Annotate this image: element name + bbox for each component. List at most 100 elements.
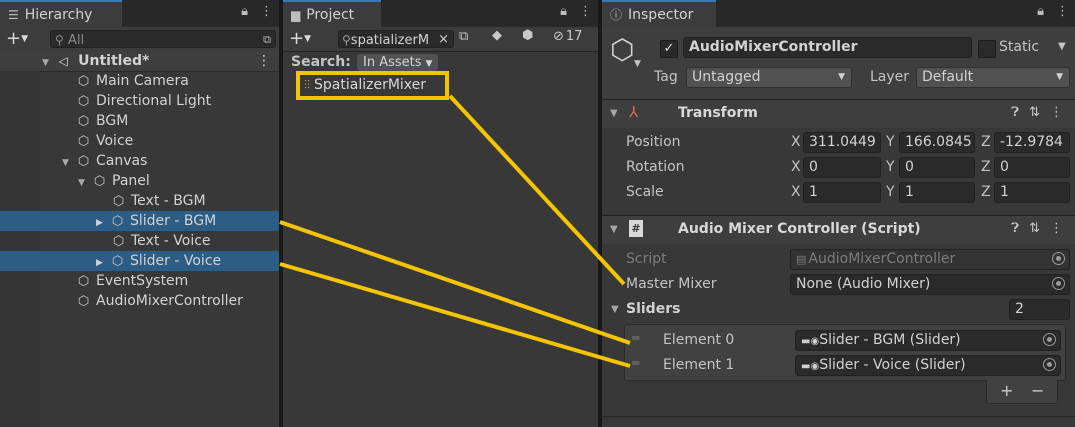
more-menu-icon[interactable]: ⋮ bbox=[1056, 4, 1069, 19]
sliders-foldout-arrow-icon[interactable]: ▼ bbox=[611, 304, 619, 315]
object-picker-icon[interactable] bbox=[1043, 358, 1056, 371]
component-menu-icon[interactable]: ⋮ bbox=[1050, 105, 1063, 120]
scale-y-field[interactable]: 1 bbox=[899, 182, 975, 203]
static-dropdown-icon[interactable]: ▼ bbox=[1058, 41, 1066, 52]
help-icon[interactable]: ❓︎ bbox=[1011, 221, 1019, 236]
drag-handle-icon[interactable]: ═ bbox=[632, 356, 639, 370]
lock-icon[interactable]: 🔒︎ bbox=[1037, 4, 1044, 19]
axis-z-label[interactable]: Z bbox=[981, 184, 991, 200]
scene-row[interactable]: ▼ ◁ Untitled* ⋮ bbox=[0, 51, 279, 72]
gameobject-cube-icon[interactable]: ⬡ bbox=[610, 35, 634, 65]
tab-hierarchy[interactable]: ☰ Hierarchy bbox=[0, 0, 122, 27]
scale-x-field[interactable]: 1 bbox=[803, 182, 881, 203]
create-button[interactable]: +▼ bbox=[289, 28, 311, 49]
expand-arrow-icon[interactable]: ▼ bbox=[42, 53, 54, 73]
filter-by-type-icon[interactable]: ◆ bbox=[492, 28, 502, 43]
asset-item-spatializermixer[interactable]: ⫶⫶ SpatializerMixer bbox=[296, 71, 449, 100]
tag-dropdown[interactable]: Untagged ▼ bbox=[686, 67, 852, 88]
hierarchy-item-text-voice[interactable]: ⬡ Text - Voice bbox=[0, 231, 279, 251]
hierarchy-item-bgm[interactable]: ⬡ BGM bbox=[0, 111, 279, 131]
axis-x-label[interactable]: X bbox=[791, 159, 801, 175]
element-0-field[interactable]: ▬◉Slider - BGM (Slider) bbox=[795, 330, 1061, 351]
object-picker-icon[interactable] bbox=[1043, 333, 1056, 346]
rotation-x-field[interactable]: 0 bbox=[803, 157, 881, 178]
transform-header[interactable]: ▼ ⅄ Transform ❓︎ ⇅ ⋮ bbox=[602, 99, 1075, 128]
hierarchy-item-text-bgm[interactable]: ⬡ Text - BGM bbox=[0, 191, 279, 211]
more-menu-icon[interactable]: ⋮ bbox=[260, 4, 273, 19]
hierarchy-item-audiomixercontroller[interactable]: ⬡ AudioMixerController bbox=[0, 291, 279, 311]
hierarchy-item-slider-bgm[interactable]: ▶ ⬡ Slider - BGM bbox=[0, 211, 279, 231]
scale-z-field[interactable]: 1 bbox=[994, 182, 1070, 203]
position-y-field[interactable]: 166.0845 bbox=[899, 132, 975, 153]
list-element-0[interactable]: ═ Element 0 ▬◉Slider - BGM (Slider) bbox=[625, 329, 1065, 353]
expand-arrow-icon[interactable]: ▼ bbox=[78, 173, 90, 193]
more-menu-icon[interactable]: ⋮ bbox=[579, 4, 592, 19]
hierarchy-item-eventsystem[interactable]: ⬡ EventSystem bbox=[0, 271, 279, 291]
search-options-icon[interactable]: ⧉ bbox=[459, 29, 468, 44]
expand-arrow-icon[interactable]: ▶ bbox=[96, 253, 108, 273]
axis-z-label[interactable]: Z bbox=[981, 159, 991, 175]
gameobject-name-field[interactable]: AudioMixerController bbox=[683, 37, 972, 58]
rotation-y-field[interactable]: 0 bbox=[899, 157, 975, 178]
lock-icon[interactable]: 🔒︎ bbox=[560, 4, 567, 19]
hidden-packages-icon[interactable]: ⊘ 17 bbox=[553, 29, 582, 44]
axis-y-label[interactable]: Y bbox=[886, 159, 895, 175]
scene-menu-icon[interactable]: ⋮ bbox=[257, 51, 271, 71]
preset-icon[interactable]: ⇅ bbox=[1029, 105, 1040, 120]
help-icon[interactable]: ❓︎ bbox=[1011, 105, 1019, 120]
script-component-header[interactable]: ▼ # Audio Mixer Controller (Script) ❓︎ ⇅… bbox=[602, 215, 1075, 244]
hierarchy-item-slider-voice[interactable]: ▶ ⬡ Slider - Voice bbox=[0, 251, 279, 271]
sliders-label[interactable]: Sliders bbox=[626, 301, 680, 317]
tab-project[interactable]: ▆ Project bbox=[283, 0, 381, 27]
active-checkbox[interactable]: ✓ bbox=[660, 40, 678, 58]
object-picker-icon[interactable] bbox=[1052, 277, 1065, 290]
list-element-1[interactable]: ═ Element 1 ▬◉Slider - Voice (Slider) bbox=[625, 354, 1065, 378]
lock-icon[interactable]: 🔒︎ bbox=[241, 4, 248, 19]
hierarchy-item-label: Text - BGM bbox=[131, 193, 206, 209]
hierarchy-item-canvas[interactable]: ▼ ⬡ Canvas bbox=[0, 151, 279, 171]
collapse-arrow-icon[interactable]: ▼ bbox=[610, 108, 618, 119]
layer-dropdown[interactable]: Default ▼ bbox=[916, 67, 1070, 88]
axis-z-label[interactable]: Z bbox=[981, 134, 991, 150]
axis-y-label[interactable]: Y bbox=[886, 134, 895, 150]
add-element-button[interactable]: + bbox=[1000, 381, 1013, 400]
preset-icon[interactable]: ⇅ bbox=[1029, 221, 1040, 236]
scope-button[interactable]: In Assets ▼ bbox=[357, 54, 439, 71]
expand-arrow-icon[interactable]: ▶ bbox=[96, 213, 108, 233]
create-button[interactable]: +▼ bbox=[6, 28, 28, 49]
hierarchy-item-panel[interactable]: ▼ ⬡ Panel bbox=[0, 171, 279, 191]
axis-x-label[interactable]: X bbox=[791, 134, 801, 150]
remove-element-button[interactable]: − bbox=[1031, 381, 1044, 400]
tab-inspector[interactable]: ⓘ Inspector bbox=[602, 0, 716, 27]
static-checkbox[interactable] bbox=[978, 40, 996, 58]
audio-mixer-icon: ⫶⫶ bbox=[304, 78, 311, 92]
hierarchy-item-voice[interactable]: ⬡ Voice bbox=[0, 131, 279, 151]
position-x-field[interactable]: 311.0449 bbox=[803, 132, 881, 153]
sliders-size-field[interactable]: 2 bbox=[1009, 299, 1070, 320]
hierarchy-item-directional-light[interactable]: ⬡ Directional Light bbox=[0, 91, 279, 111]
axis-x-label[interactable]: X bbox=[791, 184, 801, 200]
search-value: spatializerM bbox=[350, 33, 430, 48]
gameobject-icon: ⬡ bbox=[93, 174, 106, 189]
element-1-field[interactable]: ▬◉Slider - Voice (Slider) bbox=[795, 355, 1061, 376]
hierarchy-search-input[interactable]: ⚲ All ⧉ bbox=[50, 30, 276, 48]
hierarchy-item-main-camera[interactable]: ⬡ Main Camera bbox=[0, 71, 279, 91]
filter-by-label-icon[interactable]: ⬢ bbox=[522, 28, 533, 43]
component-menu-icon[interactable]: ⋮ bbox=[1050, 221, 1063, 236]
axis-y-label[interactable]: Y bbox=[886, 184, 895, 200]
dropdown-arrow-icon: ▼ bbox=[838, 72, 845, 82]
rotation-z-field[interactable]: 0 bbox=[994, 157, 1070, 178]
clear-search-icon[interactable]: × bbox=[438, 31, 449, 49]
search-options-icon[interactable]: ⧉ bbox=[263, 31, 271, 49]
slider-component-icon: ▬◉ bbox=[801, 336, 820, 347]
project-search-input[interactable]: ⚲spatializerM × bbox=[338, 30, 454, 48]
master-mixer-field[interactable]: None (Audio Mixer) bbox=[790, 274, 1070, 295]
expand-arrow-icon[interactable]: ▼ bbox=[62, 153, 74, 173]
position-z-field[interactable]: -12.9784 bbox=[994, 132, 1070, 153]
collapse-arrow-icon[interactable]: ▼ bbox=[610, 224, 618, 235]
icon-dropdown-arrow[interactable]: ▼ bbox=[634, 59, 641, 69]
info-icon: ⓘ bbox=[610, 8, 623, 22]
project-panel: ▆ Project 🔒︎ ⋮ +▼ ⚲spatializerM × ⧉ ◆ ⬢ … bbox=[283, 0, 598, 427]
drag-handle-icon[interactable]: ═ bbox=[632, 331, 639, 345]
gameobject-icon: ⬡ bbox=[77, 294, 90, 309]
